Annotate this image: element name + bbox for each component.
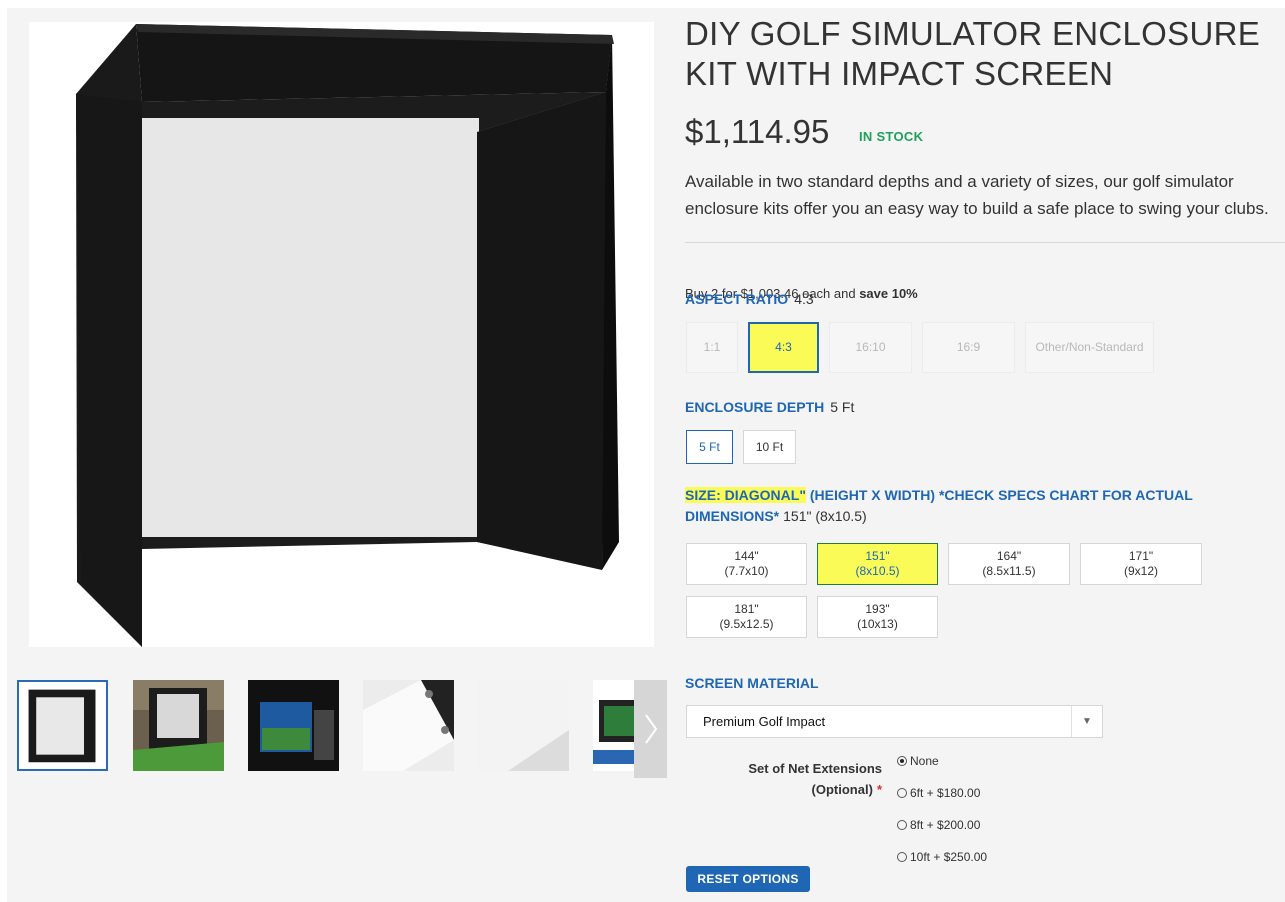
aspect-option-16-10[interactable]: 16:10: [829, 322, 912, 373]
size-option-164[interactable]: 164" (8.5x11.5): [948, 543, 1070, 585]
size-option-181[interactable]: 181" (9.5x12.5): [686, 596, 807, 638]
aspect-option-other[interactable]: Other/Non-Standard: [1025, 322, 1154, 373]
size-option-171[interactable]: 171" (9x12): [1080, 543, 1202, 585]
net-extension-option-none[interactable]: None: [897, 754, 939, 768]
size-option-144[interactable]: 144" (7.7x10): [686, 543, 807, 585]
product-title: DIY GOLF SIMULATOR ENCLOSURE KIT WITH IM…: [685, 15, 1261, 92]
aspect-ratio-label: ASPECT RATIO 4:3: [685, 291, 814, 307]
thumbnail-enclosure-projection[interactable]: [248, 680, 339, 771]
thumbnail-enclosure-front[interactable]: [17, 680, 108, 771]
screen-material-select[interactable]: Premium Golf Impact ▼: [686, 705, 1103, 738]
enclosure-depth-label: ENCLOSURE DEPTH 5 Ft: [685, 399, 855, 415]
size-option-193[interactable]: 193" (10x13): [817, 596, 938, 638]
screen-material-label: SCREEN MATERIAL: [685, 675, 819, 691]
divider: [685, 242, 1285, 243]
stock-status-badge: IN STOCK: [859, 129, 924, 144]
size-label-highlight: SIZE: DIAGONAL": [685, 487, 806, 503]
depth-option-10ft[interactable]: 10 Ft: [743, 430, 796, 464]
screen-material-value: Premium Golf Impact: [703, 714, 826, 729]
radio-unchecked-icon: [897, 820, 907, 830]
thumbnail-enclosure-room-turf[interactable]: [133, 680, 224, 771]
thumbnail-next-button[interactable]: [634, 680, 667, 778]
enclosure-depth-selected: 5 Ft: [830, 399, 855, 415]
net-extension-option-8ft[interactable]: 8ft + $200.00: [897, 818, 980, 832]
thumbnail-enclosure-net-extension[interactable]: [593, 680, 634, 771]
radio-checked-icon: [897, 756, 907, 766]
aspect-option-4-3[interactable]: 4:3: [748, 322, 819, 373]
aspect-option-1-1[interactable]: 1:1: [686, 322, 738, 373]
radio-unchecked-icon: [897, 788, 907, 798]
chevron-right-icon: [645, 714, 658, 744]
net-extensions-label: Set of Net Extensions (Optional) *: [748, 761, 882, 797]
aspect-ratio-selected: 4:3: [794, 291, 814, 307]
required-asterisk: *: [876, 782, 882, 797]
size-option-151[interactable]: 151" (8x10.5): [817, 543, 938, 585]
thumbnail-screen-fabric-closeup[interactable]: [478, 680, 569, 771]
aspect-option-16-9[interactable]: 16:9: [922, 322, 1015, 373]
net-extension-option-6ft[interactable]: 6ft + $180.00: [897, 786, 980, 800]
dropdown-arrow-icon: ▼: [1071, 706, 1102, 737]
product-page: DIY GOLF SIMULATOR ENCLOSURE KIT WITH IM…: [7, 8, 1285, 902]
size-selected: 151" (8x10.5): [783, 508, 867, 524]
reset-options-button[interactable]: RESET OPTIONS: [686, 866, 810, 892]
main-product-image[interactable]: [29, 22, 654, 647]
net-extension-option-10ft[interactable]: 10ft + $250.00: [897, 850, 987, 864]
product-price: $1,114.95: [685, 113, 830, 150]
tier-savings: save 10%: [859, 286, 918, 301]
size-label: SIZE: DIAGONAL" (HEIGHT X WIDTH) *CHECK …: [685, 487, 1193, 524]
radio-unchecked-icon: [897, 852, 907, 862]
thumbnail-screen-corner-grommets[interactable]: [363, 680, 454, 771]
depth-option-5ft[interactable]: 5 Ft: [686, 430, 733, 464]
product-description: Available in two standard depths and a v…: [685, 172, 1269, 218]
thumbnail-strip: [17, 680, 667, 778]
